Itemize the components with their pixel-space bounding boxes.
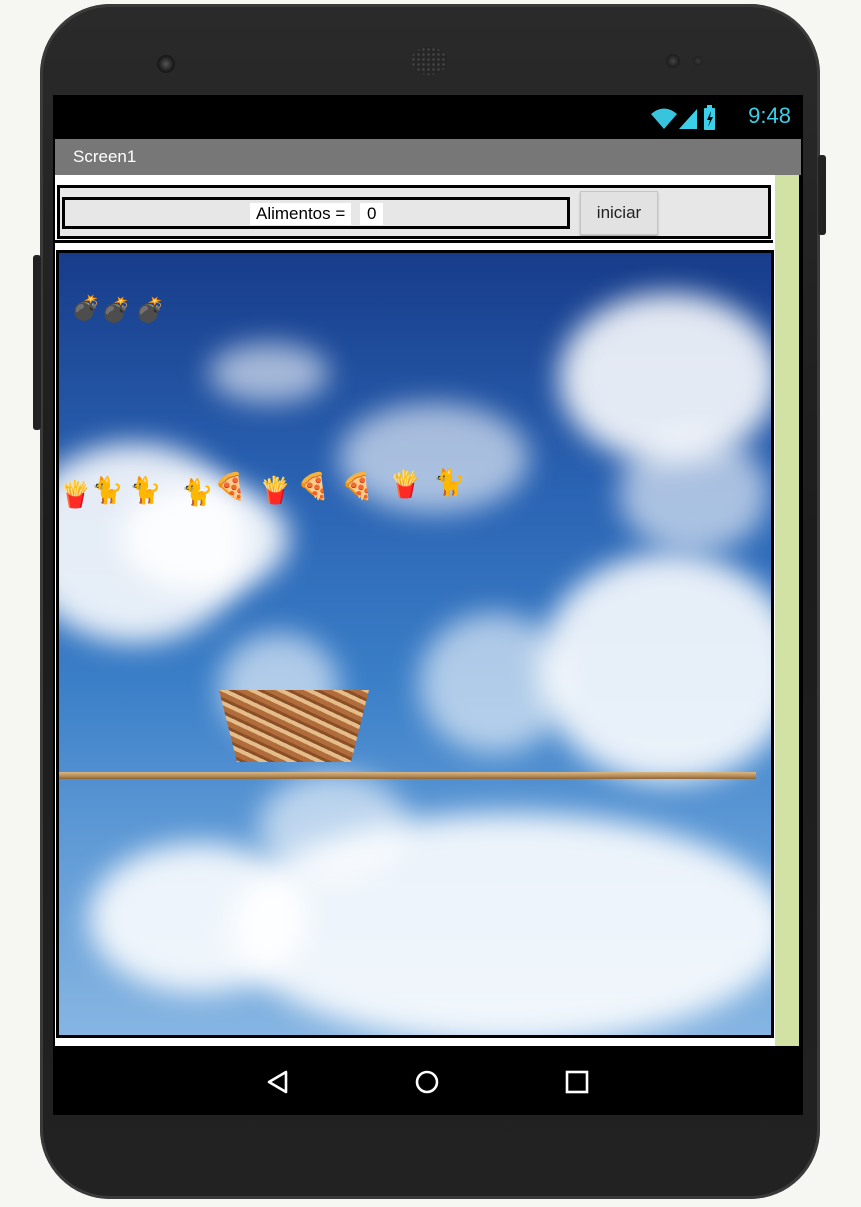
status-icons	[651, 105, 717, 136]
cloud	[209, 343, 329, 403]
pizza-sprite: 🍕	[214, 471, 247, 501]
controls-row: Alimentos = 0 iniciar	[57, 185, 771, 239]
back-icon	[267, 1070, 288, 1094]
fries-sprite: 🍟	[389, 469, 422, 499]
fries-sprite: 🍟	[59, 479, 92, 509]
cat-sprite: 🐈	[91, 475, 124, 505]
battery-charging-icon	[704, 105, 715, 130]
cloud	[619, 433, 769, 553]
cloud	[259, 773, 409, 883]
recents-icon	[565, 1070, 589, 1094]
food-label: Alimentos =	[250, 203, 352, 225]
cloud	[89, 843, 309, 993]
cat-sprite: 🐈	[433, 467, 466, 497]
app-content: Alimentos = 0 iniciar 💣 💣 💣 �	[55, 175, 777, 1046]
power-button	[818, 155, 826, 235]
wooden-plank	[59, 772, 756, 779]
home-button[interactable]	[407, 1062, 447, 1102]
food-count: 0	[360, 203, 384, 225]
proximity-sensor	[666, 54, 680, 68]
bomb-icon: 💣	[71, 295, 101, 322]
light-sensor	[693, 56, 703, 66]
wifi-icon	[651, 108, 677, 129]
pizza-sprite: 🍕	[297, 471, 330, 501]
front-camera	[157, 55, 175, 73]
cat-sprite: 🐈	[129, 475, 162, 505]
navigation-bar	[53, 1046, 803, 1115]
right-strip	[775, 175, 799, 1046]
screen-title: Screen1	[73, 147, 137, 166]
basket-catcher[interactable]	[219, 690, 369, 762]
start-button[interactable]: iniciar	[580, 191, 658, 235]
app-titlebar: Screen1	[55, 139, 801, 175]
food-counter-box: Alimentos = 0	[62, 197, 570, 229]
cat-sprite: 🐈	[181, 477, 214, 507]
pizza-sprite: 🍕	[341, 471, 374, 501]
device-screen: 9:48 Screen1 Alimentos = 0 iniciar 💣 💣 💣…	[53, 95, 803, 1115]
game-canvas[interactable]: 💣 💣 💣 🍟 🐈 🐈 🐈 🍕 🍟 🍕 🍕 🍟 🐈	[56, 250, 774, 1038]
back-button[interactable]	[258, 1062, 298, 1102]
status-bar: 9:48	[53, 95, 803, 139]
signal-icon	[679, 109, 697, 129]
recents-button[interactable]	[557, 1062, 597, 1102]
divider-line	[55, 240, 773, 243]
cloud	[419, 613, 569, 753]
speaker-grille	[411, 47, 447, 75]
home-icon	[415, 1070, 439, 1094]
fries-sprite: 🍟	[259, 475, 292, 505]
bomb-icon: 💣	[101, 297, 131, 324]
bomb-icon: 💣	[135, 297, 165, 324]
cloud	[539, 553, 771, 783]
status-clock: 9:48	[748, 103, 791, 128]
volume-button	[33, 255, 41, 430]
